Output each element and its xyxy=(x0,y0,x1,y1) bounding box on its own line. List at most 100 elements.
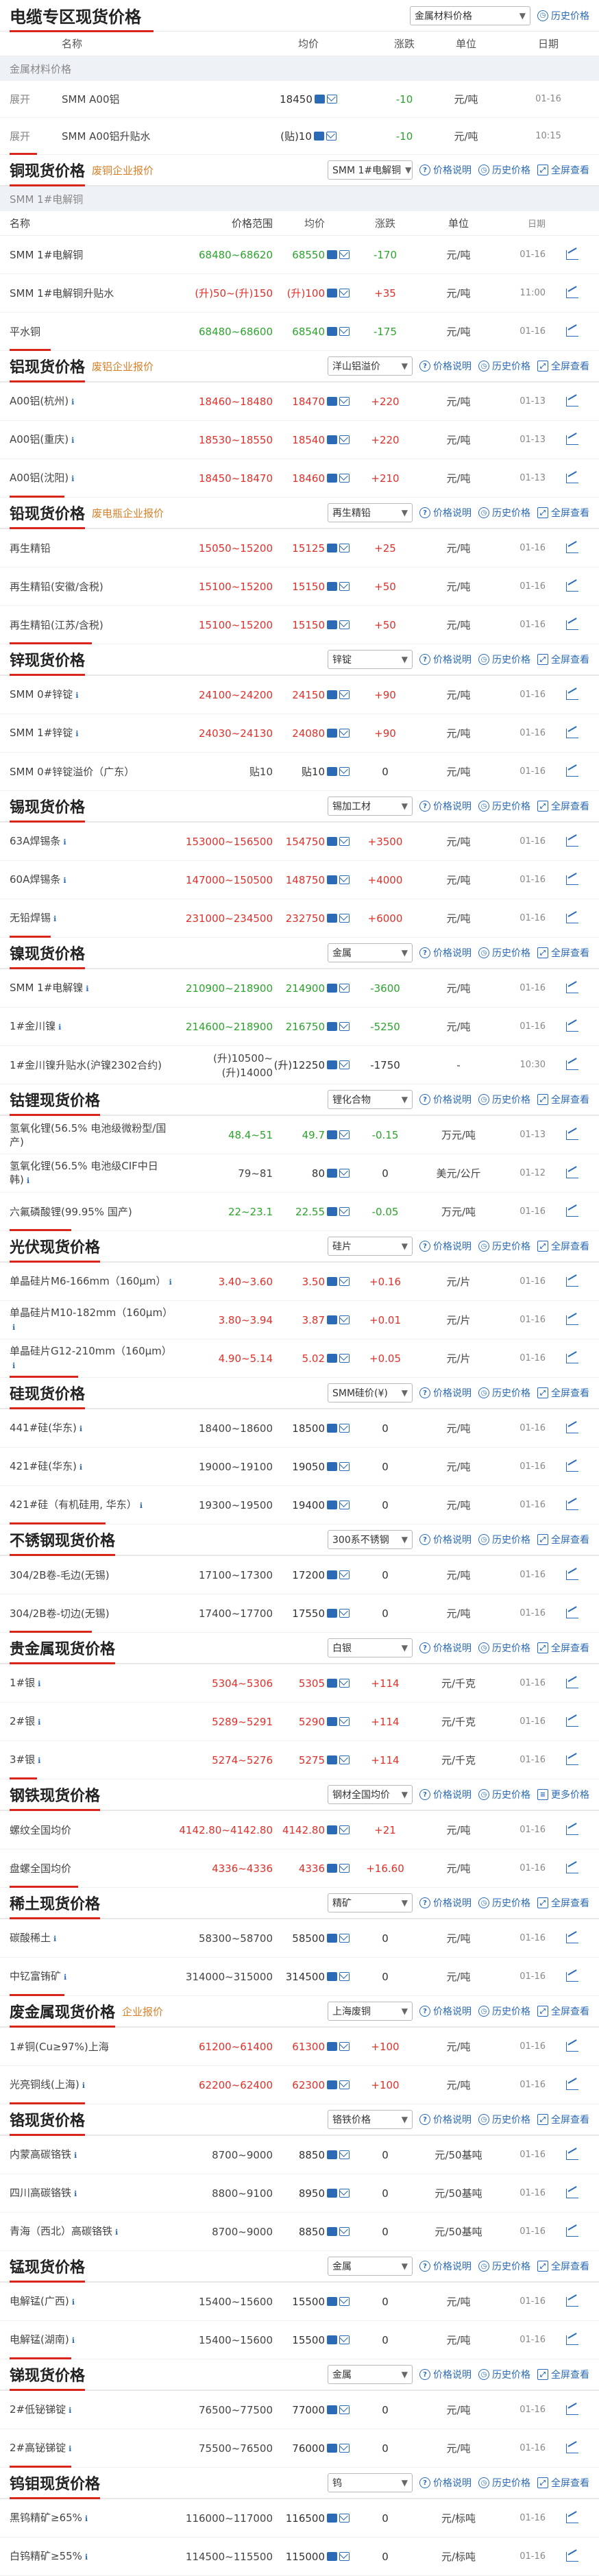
section-select[interactable]: 铬铁价格 ▼ xyxy=(328,2110,413,2129)
section-select[interactable]: 300系不锈钢 ▼ xyxy=(328,1530,413,1549)
chart-icon[interactable] xyxy=(327,767,337,776)
price-desc-link[interactable]: ? 价格说明 xyxy=(419,799,472,813)
mail-icon[interactable] xyxy=(339,397,350,406)
section-select[interactable]: 钢材全国均价 ▼ xyxy=(328,1785,413,1804)
chart-icon[interactable] xyxy=(327,2444,337,2453)
trend-chart-icon[interactable] xyxy=(566,1423,578,1433)
trend-chart-icon[interactable] xyxy=(566,581,578,592)
row-trend[interactable] xyxy=(546,2443,599,2453)
mail-icon[interactable] xyxy=(339,474,350,483)
history-price-link[interactable]: ◷ 历史价格 xyxy=(478,653,530,666)
mail-icon[interactable] xyxy=(339,984,350,993)
mail-icon[interactable] xyxy=(339,327,350,336)
history-price-link[interactable]: ◷ 历史价格 xyxy=(478,2113,530,2126)
info-icon[interactable]: ℹ xyxy=(53,1934,56,1943)
fullscreen-link[interactable]: ⤢ 全屏查看 xyxy=(537,2476,589,2490)
mail-icon[interactable] xyxy=(339,767,350,776)
mail-icon[interactable] xyxy=(339,2552,350,2561)
section-select[interactable]: 精矿 ▼ xyxy=(328,1893,413,1912)
info-icon[interactable]: ℹ xyxy=(72,2298,75,2307)
info-icon[interactable]: ℹ xyxy=(58,1023,61,1032)
info-icon[interactable]: ℹ xyxy=(85,2553,88,2562)
trend-chart-icon[interactable] xyxy=(566,1678,578,1688)
info-icon[interactable]: ℹ xyxy=(140,1501,143,1510)
trend-chart-icon[interactable] xyxy=(566,1168,578,1178)
info-icon[interactable]: ℹ xyxy=(12,1361,15,1370)
chart-icon[interactable] xyxy=(327,397,337,406)
info-icon[interactable]: ℹ xyxy=(85,2514,88,2523)
section-select[interactable]: 金属 ▼ xyxy=(328,2257,413,2276)
fullscreen-link[interactable]: ⤢ 全屏查看 xyxy=(537,1641,589,1655)
row-trend[interactable] xyxy=(546,1130,599,1140)
row-trend[interactable] xyxy=(546,2405,599,2415)
trend-chart-icon[interactable] xyxy=(566,1461,578,1472)
section-select[interactable]: SMM 1#电解铜 ▼ xyxy=(328,160,413,180)
info-icon[interactable]: ℹ xyxy=(69,2406,71,2415)
row-trend[interactable] xyxy=(546,2551,599,2562)
history-price-link[interactable]: ◷ 历史价格 xyxy=(478,1896,530,1910)
info-icon[interactable]: ℹ xyxy=(63,838,66,847)
row-trend[interactable] xyxy=(546,435,599,445)
history-price-link[interactable]: ◷ 历史价格 xyxy=(478,2476,530,2490)
section-select[interactable]: 上海废铜 ▼ xyxy=(328,2002,413,2021)
chart-icon[interactable] xyxy=(327,1825,337,1834)
trend-chart-icon[interactable] xyxy=(566,2080,578,2090)
info-icon[interactable]: ℹ xyxy=(169,1278,172,1287)
price-desc-link[interactable]: ? 价格说明 xyxy=(419,2476,472,2490)
trend-chart-icon[interactable] xyxy=(566,1021,578,1032)
chart-icon[interactable] xyxy=(327,2042,337,2051)
price-desc-link[interactable]: ? 价格说明 xyxy=(419,2368,472,2381)
mail-icon[interactable] xyxy=(339,2042,350,2051)
mail-icon[interactable] xyxy=(339,582,350,591)
trend-chart-icon[interactable] xyxy=(566,1755,578,1765)
trend-chart-icon[interactable] xyxy=(566,2551,578,2562)
info-icon[interactable]: ℹ xyxy=(115,2228,118,2237)
mail-icon[interactable] xyxy=(339,1462,350,1471)
section-select[interactable]: SMM硅价(¥) ▼ xyxy=(328,1383,413,1402)
row-trend[interactable] xyxy=(546,1461,599,1472)
section-select[interactable]: 白银 ▼ xyxy=(328,1638,413,1657)
row-trend[interactable] xyxy=(546,1825,599,1835)
trend-chart-icon[interactable] xyxy=(566,326,578,337)
row-trend[interactable] xyxy=(546,1060,599,1070)
mail-icon[interactable] xyxy=(339,1679,350,1688)
mail-icon[interactable] xyxy=(339,1972,350,1981)
price-desc-link[interactable]: ? 价格说明 xyxy=(419,1896,472,1910)
price-desc-link[interactable]: ? 价格说明 xyxy=(419,1239,472,1253)
mail-icon[interactable] xyxy=(339,1717,350,1726)
mail-icon[interactable] xyxy=(339,837,350,846)
history-price-link[interactable]: ◷ 历史价格 xyxy=(478,2004,530,2018)
row-trend[interactable] xyxy=(546,690,599,700)
mail-icon[interactable] xyxy=(339,1424,350,1433)
trend-chart-icon[interactable] xyxy=(566,473,578,483)
mail-icon[interactable] xyxy=(339,544,350,552)
trend-chart-icon[interactable] xyxy=(566,250,578,260)
trend-chart-icon[interactable] xyxy=(566,1716,578,1727)
fullscreen-link[interactable]: ⤢ 全屏查看 xyxy=(537,653,589,666)
row-trend[interactable] xyxy=(546,2226,599,2237)
trend-chart-icon[interactable] xyxy=(566,1130,578,1140)
trend-chart-icon[interactable] xyxy=(566,766,578,777)
mail-icon[interactable] xyxy=(339,1060,350,1069)
price-desc-link[interactable]: ? 价格说明 xyxy=(419,2113,472,2126)
chart-icon[interactable] xyxy=(327,984,337,993)
chart-icon[interactable] xyxy=(327,2150,337,2159)
row-trend[interactable] xyxy=(546,1021,599,1032)
price-desc-link[interactable]: ? 价格说明 xyxy=(419,506,472,520)
row-trend[interactable] xyxy=(546,2296,599,2307)
fullscreen-link[interactable]: ⤢ 全屏查看 xyxy=(537,2113,589,2126)
chart-icon[interactable] xyxy=(327,2189,337,2198)
row-trend[interactable] xyxy=(546,875,599,885)
trend-chart-icon[interactable] xyxy=(566,1608,578,1618)
chart-icon[interactable] xyxy=(327,1755,337,1764)
mail-icon[interactable] xyxy=(339,2227,350,2236)
price-desc-link[interactable]: ? 价格说明 xyxy=(419,946,472,960)
row-trend[interactable] xyxy=(546,766,599,777)
mail-icon[interactable] xyxy=(339,2444,350,2453)
top-history-link[interactable]: ◷ 历史价格 xyxy=(537,9,589,23)
fullscreen-link[interactable]: ⤢ 全屏查看 xyxy=(537,359,589,373)
history-price-link[interactable]: ◷ 历史价格 xyxy=(478,1093,530,1106)
mail-icon[interactable] xyxy=(339,2189,350,2198)
mail-icon[interactable] xyxy=(339,690,350,699)
mail-icon[interactable] xyxy=(339,1755,350,1764)
